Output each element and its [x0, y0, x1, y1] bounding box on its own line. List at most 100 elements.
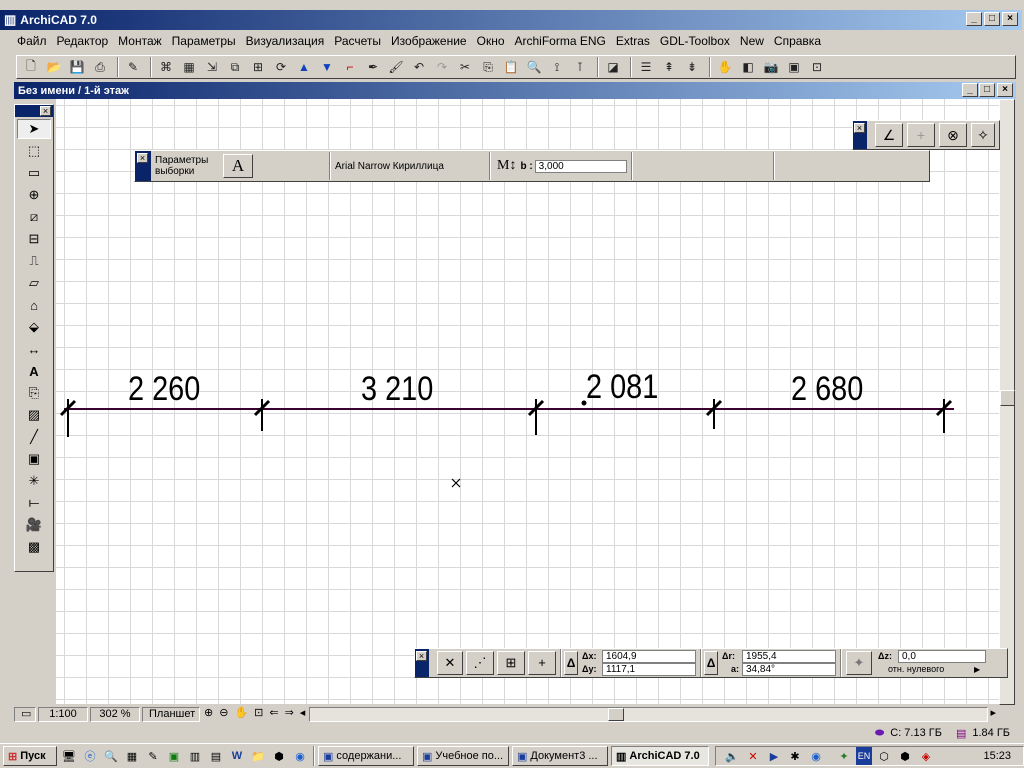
- control-box-close-button[interactable]: ×: [854, 123, 865, 133]
- notes-icon[interactable]: ▤: [207, 747, 225, 765]
- menu-item-9[interactable]: Extras: [611, 34, 655, 48]
- ie-icon[interactable]: ⓔ: [81, 747, 99, 765]
- scale-display[interactable]: 1:100: [38, 706, 88, 722]
- object-tool-icon[interactable]: ⎍: [17, 251, 51, 271]
- zoom-out-icon[interactable]: ⊖: [217, 707, 230, 722]
- magic-wand-icon[interactable]: ✧: [971, 123, 995, 147]
- window-tool-icon[interactable]: ⊟: [17, 229, 51, 249]
- calendar-icon[interactable]: ▦: [123, 747, 141, 765]
- drag-icon[interactable]: ⇲: [202, 57, 222, 77]
- doc-close-button[interactable]: ×: [997, 83, 1013, 97]
- scroll-right-icon[interactable]: ▸: [988, 707, 998, 722]
- save-icon[interactable]: 💾: [67, 57, 87, 77]
- task-archicad[interactable]: ▥ ArchiCAD 7.0: [611, 746, 709, 766]
- messenger-icon[interactable]: ◉: [291, 747, 309, 765]
- previous-zoom-icon[interactable]: ⇐: [267, 707, 280, 722]
- open-icon[interactable]: 📂: [44, 57, 64, 77]
- menu-item-0[interactable]: Файл: [12, 34, 52, 48]
- layer-display[interactable]: Планшет: [142, 706, 200, 722]
- line-tool-icon[interactable]: ╱: [17, 427, 51, 447]
- render-icon[interactable]: ▣: [784, 57, 804, 77]
- ruler-icon[interactable]: ▭: [14, 706, 36, 722]
- dimension-tool-icon[interactable]: ↔: [17, 339, 51, 359]
- text-tool-icon[interactable]: A: [17, 361, 51, 381]
- font-name[interactable]: Arial Narrow Кириллица: [335, 161, 485, 172]
- camera-icon[interactable]: 📷: [761, 57, 781, 77]
- close-button[interactable]: ×: [1002, 12, 1018, 26]
- zoom-in-icon[interactable]: ⊕: [202, 707, 215, 722]
- menu-item-7[interactable]: Окно: [472, 34, 510, 48]
- clock[interactable]: 15:23: [983, 750, 1011, 762]
- delta-xy-icon[interactable]: Δ: [564, 651, 578, 675]
- minimize-button[interactable]: _: [966, 12, 982, 26]
- menu-item-1[interactable]: Редактор: [52, 34, 114, 48]
- trim-icon[interactable]: ⌐: [340, 57, 360, 77]
- story-up-icon[interactable]: ⇞: [659, 57, 679, 77]
- menu-item-8[interactable]: ArchiForma ENG: [510, 34, 611, 48]
- selection-settings[interactable]: Параметры выборки: [151, 155, 219, 177]
- edit-icon[interactable]: ✎: [123, 57, 143, 77]
- reference-level-select[interactable]: отн. нулевого ▶: [878, 663, 986, 676]
- menu-item-5[interactable]: Расчеты: [329, 34, 386, 48]
- globe-icon[interactable]: ◈: [917, 747, 935, 765]
- send-down-icon[interactable]: ▼: [317, 57, 337, 77]
- wall-tool-icon[interactable]: ▭: [17, 163, 51, 183]
- scroll-thumb[interactable]: [1000, 390, 1015, 406]
- snap-cross-icon[interactable]: ✕: [437, 651, 463, 675]
- hotspot-tool-icon[interactable]: ✳: [17, 471, 51, 491]
- slab-tool-icon[interactable]: ▱: [17, 273, 51, 293]
- user-origin-icon[interactable]: +: [528, 651, 556, 675]
- h-scroll-thumb[interactable]: [608, 707, 625, 721]
- cut-icon[interactable]: ✂: [455, 57, 475, 77]
- connection-icon[interactable]: ⬢: [896, 747, 914, 765]
- gravity-icon[interactable]: ⊗: [939, 123, 967, 147]
- menu-item-3[interactable]: Параметры: [167, 34, 241, 48]
- camera-tool-icon[interactable]: 🎥: [17, 515, 51, 535]
- toolbox-close-button[interactable]: ×: [40, 106, 51, 116]
- beam-tool-icon[interactable]: ⧄: [17, 207, 51, 227]
- plot-icon[interactable]: ⊡: [807, 57, 827, 77]
- menu-item-12[interactable]: Справка: [769, 34, 826, 48]
- dimension-text-4[interactable]: 2 680: [791, 370, 863, 409]
- maximize-button[interactable]: □: [984, 12, 1000, 26]
- dimension-text-3[interactable]: 2 081: [586, 368, 658, 407]
- menu-item-10[interactable]: GDL-Toolbox: [655, 34, 735, 48]
- pick-up-icon[interactable]: ⌘: [156, 57, 176, 77]
- bug-icon[interactable]: ✱: [786, 747, 804, 765]
- undo-icon[interactable]: ↶: [409, 57, 429, 77]
- elevation-icon[interactable]: ✦: [846, 651, 872, 675]
- fill-tool-icon[interactable]: ▨: [17, 405, 51, 425]
- detail-tool-icon[interactable]: ▩: [17, 537, 51, 557]
- info-box-close-button[interactable]: ×: [137, 153, 148, 163]
- search-icon[interactable]: 🔍: [102, 747, 120, 765]
- delta-polar-icon[interactable]: Δ: [704, 651, 718, 675]
- pen-icon[interactable]: ✒: [363, 57, 383, 77]
- story-down-icon[interactable]: ⇟: [682, 57, 702, 77]
- multiply-icon[interactable]: ⊞: [248, 57, 268, 77]
- menu-item-6[interactable]: Изображение: [386, 34, 472, 48]
- redo-icon[interactable]: ↷: [432, 57, 452, 77]
- doc-maximize-button[interactable]: □: [979, 83, 995, 97]
- layers-icon[interactable]: ☰: [636, 57, 656, 77]
- volume-icon[interactable]: 🔈: [723, 747, 741, 765]
- menu-item-2[interactable]: Монтаж: [113, 34, 167, 48]
- arrow-tool-icon[interactable]: ➤: [17, 119, 51, 139]
- picture-tool-icon[interactable]: ▣: [17, 449, 51, 469]
- dz-input[interactable]: 0,0: [898, 650, 986, 663]
- doc-minimize-button[interactable]: _: [962, 83, 978, 97]
- font-settings-button[interactable]: A: [223, 154, 253, 178]
- text-height-input[interactable]: 3,000: [534, 159, 627, 173]
- dropdown-arrow-icon[interactable]: ▶: [974, 663, 980, 676]
- new-icon[interactable]: 🗋: [21, 57, 41, 77]
- messenger-tray-icon[interactable]: ◉: [807, 747, 825, 765]
- pencil-icon[interactable]: ✎: [144, 747, 162, 765]
- 3d-view-icon[interactable]: ◧: [738, 57, 758, 77]
- vertical-scrollbar[interactable]: [999, 99, 1015, 705]
- angle-constraint-icon[interactable]: ∠: [875, 123, 903, 147]
- folder-icon[interactable]: 📁: [249, 747, 267, 765]
- network-icon[interactable]: ✕: [744, 747, 762, 765]
- section-tool-icon[interactable]: ⟝: [17, 493, 51, 513]
- scroll-left-icon[interactable]: ◂: [298, 707, 308, 722]
- excel-icon[interactable]: ▣: [165, 747, 183, 765]
- media-icon[interactable]: ▶: [765, 747, 783, 765]
